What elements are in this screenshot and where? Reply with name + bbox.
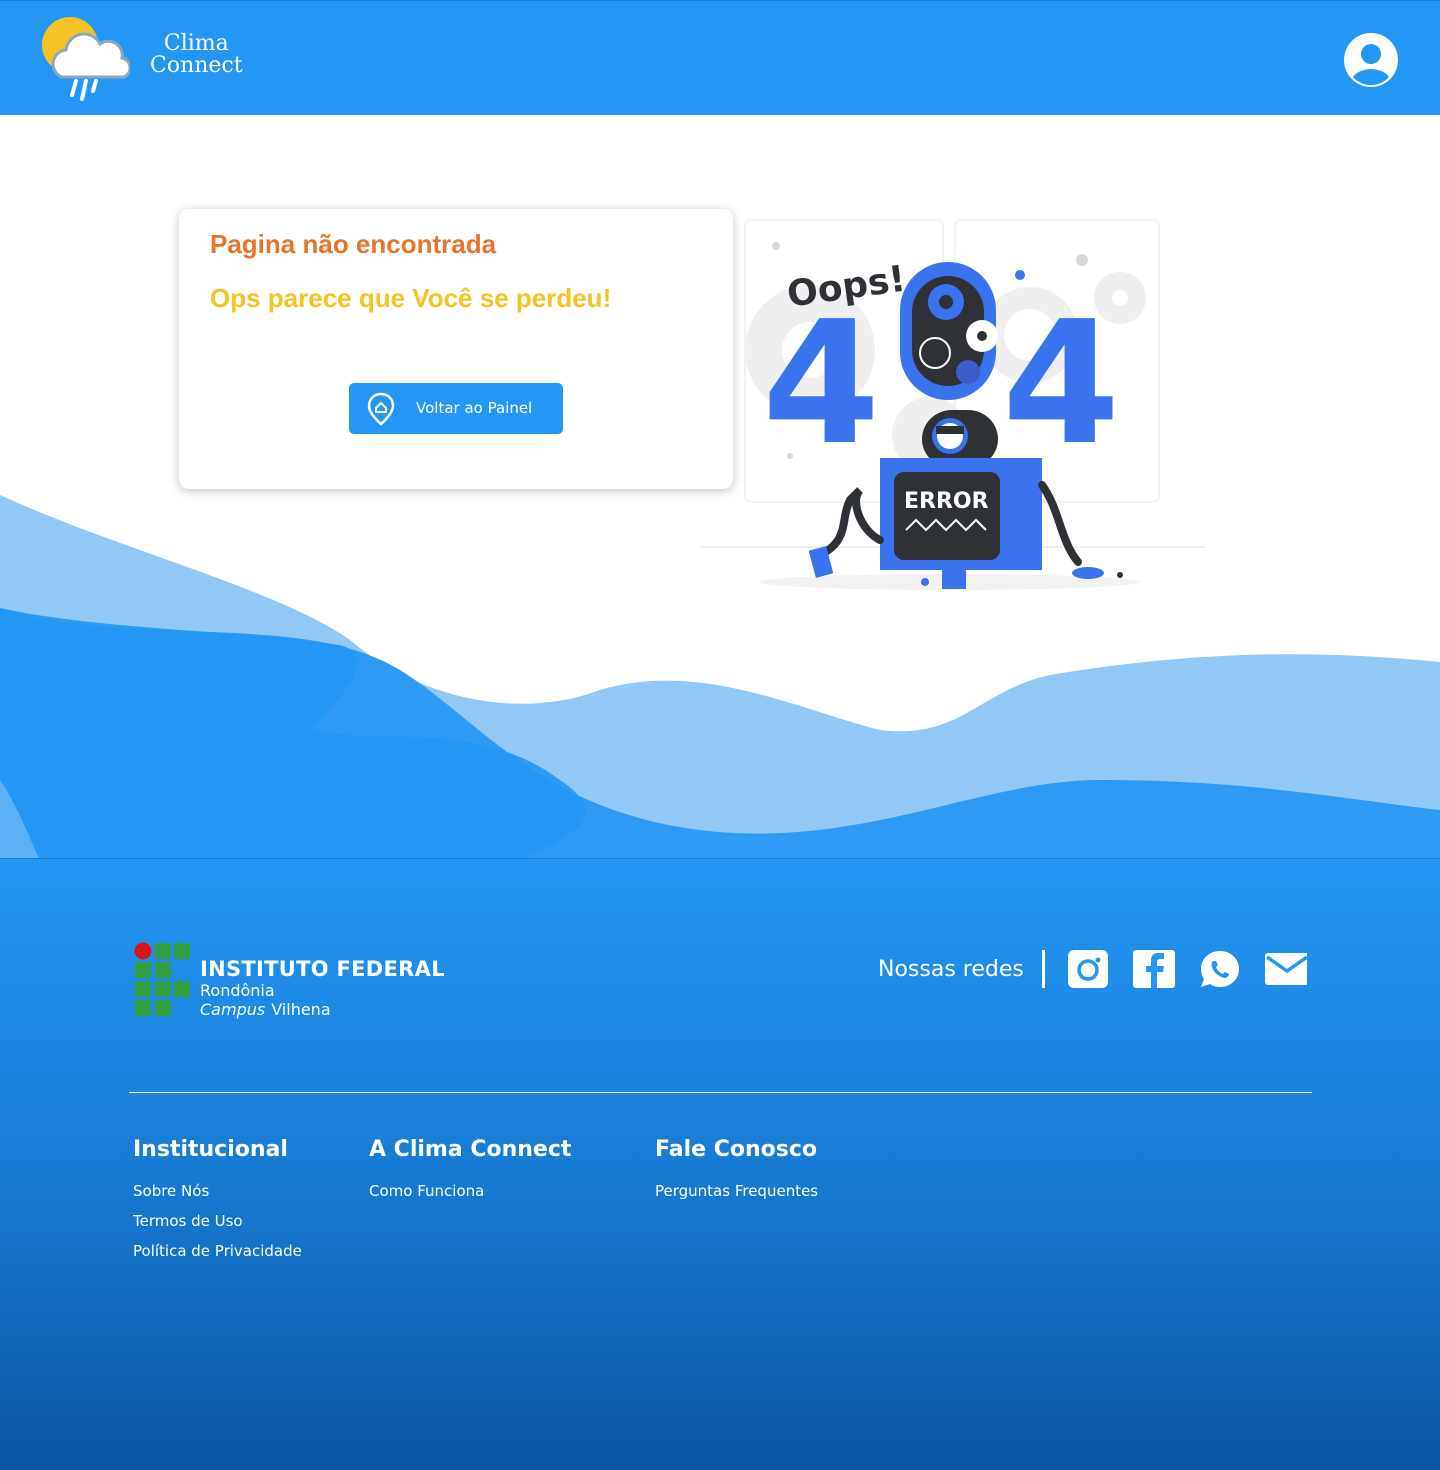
facebook-icon[interactable] [1133, 950, 1175, 988]
not-found-card: Pagina não encontrada Ops parece que Voc… [179, 209, 733, 489]
campus-word: Campus [200, 1000, 266, 1019]
user-avatar-icon[interactable] [1344, 33, 1398, 87]
institute-campus: Campus Vilhena [200, 1000, 445, 1019]
back-to-dashboard-button[interactable]: Voltar ao Painel [349, 383, 563, 434]
error-label: ERROR [904, 489, 989, 514]
lost-message: Ops parece que Você se perdeu! [210, 283, 612, 313]
brand-line-1: Clima [163, 31, 229, 56]
error-404-illustration: 4 4 Oops! ERROR [700, 219, 1205, 590]
footer-column-clima-connect: A Clima Connect Como Funciona [369, 1137, 571, 1206]
page-title: Pagina não encontrada [210, 229, 497, 259]
link-como-funciona[interactable]: Como Funciona [369, 1176, 571, 1206]
weather-logo-icon[interactable] [40, 15, 130, 101]
whatsapp-icon[interactable] [1199, 950, 1241, 988]
social-divider [1042, 950, 1045, 988]
campus-name: Vilhena [271, 1000, 331, 1019]
instituto-federal-logo-icon[interactable] [134, 942, 194, 1016]
brand-name[interactable]: Clima Connect [150, 33, 243, 77]
svg-text:4: 4 [1002, 285, 1120, 483]
institute-title: INSTITUTO FEDERAL [200, 957, 445, 981]
column-title: Institucional [133, 1137, 288, 1162]
link-politica-privacidade[interactable]: Política de Privacidade [133, 1236, 302, 1266]
link-sobre-nos[interactable]: Sobre Nós [133, 1176, 302, 1206]
institute-name[interactable]: INSTITUTO FEDERAL Rondônia Campus Vilhena [200, 957, 445, 1019]
footer-column-fale-conosco: Fale Conosco Perguntas Frequentes [655, 1137, 818, 1206]
instagram-icon[interactable] [1067, 950, 1109, 988]
back-button-label: Voltar ao Painel [416, 399, 533, 417]
home-pin-icon [367, 392, 395, 426]
link-termos-de-uso[interactable]: Termos de Uso [133, 1206, 302, 1236]
oops-text: Oops! [785, 258, 909, 315]
site-footer: INSTITUTO FEDERAL Rondônia Campus Vilhena… [0, 858, 1440, 1470]
link-perguntas-frequentes[interactable]: Perguntas Frequentes [655, 1176, 818, 1206]
footer-column-institucional: Institucional Sobre Nós Termos de Uso Po… [133, 1137, 302, 1266]
top-header: Clima Connect [0, 0, 1440, 115]
svg-text:4: 4 [762, 285, 880, 483]
column-title: Fale Conosco [655, 1137, 817, 1162]
footer-divider [129, 1092, 1312, 1093]
institute-state: Rondônia [200, 981, 275, 1000]
social-label: Nossas redes [878, 957, 1024, 982]
email-icon[interactable] [1265, 950, 1307, 988]
column-title: A Clima Connect [369, 1137, 572, 1162]
brand-line-2: Connect [150, 53, 243, 78]
